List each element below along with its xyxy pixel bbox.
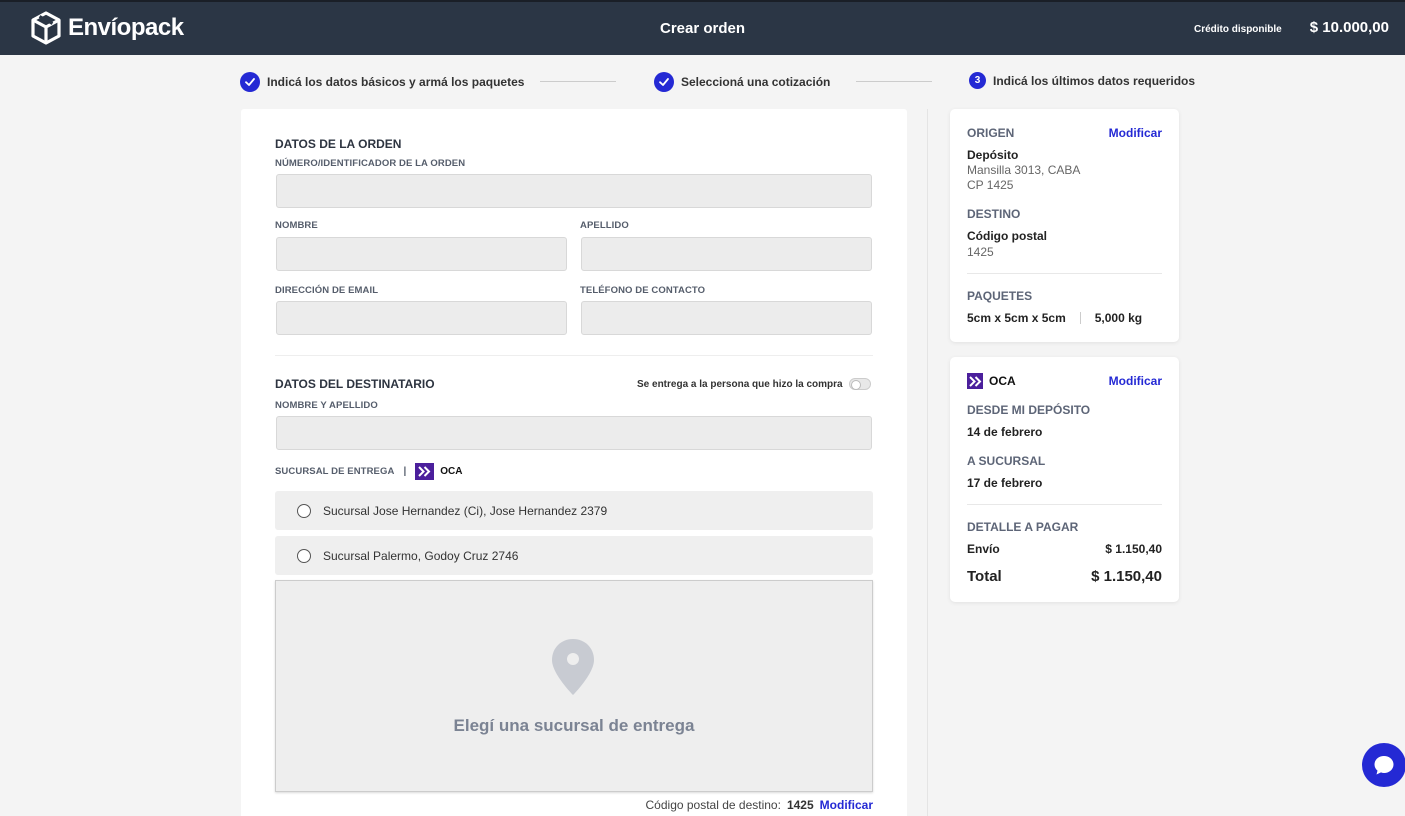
package-separator <box>1079 312 1081 324</box>
summary-divider <box>967 273 1162 274</box>
step-1: Indicá los datos básicos y armá los paqu… <box>240 72 524 92</box>
order-section-title: DATOS DE LA ORDEN <box>275 137 402 151</box>
total-label: Total <box>967 568 1002 585</box>
last-name-input[interactable] <box>581 237 872 271</box>
packages-heading: PAQUETES <box>967 289 1033 303</box>
quote-card: OCA Modificar DESDE MI DEPÓSITO 14 de fe… <box>950 357 1179 602</box>
recipient-name-label: NOMBRE Y APELLIDO <box>275 400 378 411</box>
step-connector <box>856 81 932 82</box>
recipient-section-title: DATOS DEL DESTINATARIO <box>275 377 435 391</box>
radio-button[interactable] <box>297 548 311 563</box>
step-2: Seleccioná una cotización <box>654 72 830 92</box>
first-name-label: NOMBRE <box>275 220 318 231</box>
package-dimensions: 5cm x 5cm x 5cm <box>967 311 1066 325</box>
summary-card: ORIGEN Modificar Depósito Mansilla 3013,… <box>950 109 1179 342</box>
step-2-label: Seleccioná una cotización <box>681 75 831 89</box>
quote-divider <box>967 504 1162 505</box>
destination-name: Código postal <box>967 229 1047 243</box>
branch-header: SUCURSAL DE ENTREGA | OCA <box>275 463 462 480</box>
same-buyer-toggle[interactable] <box>849 378 871 390</box>
branch-option-label: Sucursal Jose Hernandez (Ci), Jose Herna… <box>323 503 608 518</box>
order-form-card: DATOS DE LA ORDEN NÚMERO/IDENTIFICADOR D… <box>241 109 907 816</box>
check-icon <box>240 72 260 92</box>
oca-chevrons-icon <box>415 463 435 480</box>
check-icon <box>654 72 674 92</box>
branch-option[interactable]: Sucursal Jose Hernandez (Ci), Jose Herna… <box>275 491 873 530</box>
modify-origin-link[interactable]: Modificar <box>1109 126 1162 140</box>
postal-code-row: Código postal de destino: 1425 Modificar <box>646 798 873 812</box>
carrier-name: OCA <box>440 466 463 477</box>
oca-chevrons-icon <box>967 373 983 389</box>
column-divider <box>927 109 928 816</box>
step-3: 3 Indicá los últimos datos requeridos <box>969 72 1195 89</box>
step-1-label: Indicá los datos básicos y armá los paqu… <box>267 75 525 89</box>
origin-heading: ORIGEN <box>967 126 1015 140</box>
radio-button[interactable] <box>297 503 311 518</box>
step-3-label: Indicá los últimos datos requeridos <box>993 73 1196 88</box>
recipient-name-input[interactable] <box>276 416 872 450</box>
origin-cp: CP 1425 <box>967 178 1014 192</box>
credit-info: Crédito disponible $ 10.000,00 <box>1194 19 1389 36</box>
section-divider <box>275 355 873 356</box>
phone-label: TELÉFONO DE CONTACTO <box>580 285 706 296</box>
top-bar: Envíopack Crear orden Crédito disponible… <box>0 0 1405 55</box>
map-placeholder-text: Elegí una sucursal de entrega <box>453 716 695 735</box>
to-heading: A SUCURSAL <box>967 454 1046 468</box>
branch-option[interactable]: Sucursal Palermo, Godoy Cruz 2746 <box>275 536 873 575</box>
quote-carrier-name: OCA <box>989 374 1016 388</box>
chat-bubble-icon <box>1374 756 1394 775</box>
payment-heading: DETALLE A PAGAR <box>967 520 1079 534</box>
first-name-input[interactable] <box>276 237 567 271</box>
from-date: 14 de febrero <box>967 425 1043 439</box>
credit-value: $ 10.000,00 <box>1309 19 1389 36</box>
origin-address: Mansilla 3013, CABA <box>967 163 1081 177</box>
last-name-label: APELLIDO <box>580 220 629 231</box>
shipping-row: Envío $ 1.150,40 <box>967 542 1162 556</box>
modify-quote-link[interactable]: Modificar <box>1109 374 1162 388</box>
to-date: 17 de febrero <box>967 476 1043 490</box>
destination-value: 1425 <box>967 245 994 259</box>
modify-postal-link[interactable]: Modificar <box>820 798 873 812</box>
quote-carrier: OCA <box>967 373 1016 389</box>
step-number: 3 <box>969 72 986 89</box>
branch-separator: | <box>403 466 407 477</box>
shipping-value: $ 1.150,40 <box>1105 542 1162 556</box>
chat-button[interactable] <box>1362 743 1405 787</box>
same-buyer-label: Se entrega a la persona que hizo la comp… <box>637 379 843 390</box>
package-row: 5cm x 5cm x 5cm 5,000 kg <box>967 311 1142 325</box>
from-heading: DESDE MI DEPÓSITO <box>967 403 1091 417</box>
step-connector <box>540 81 616 82</box>
branch-label: SUCURSAL DE ENTREGA <box>275 466 395 477</box>
order-id-input[interactable] <box>276 174 872 208</box>
total-value: $ 1.150,40 <box>1091 568 1162 585</box>
destination-heading: DESTINO <box>967 207 1021 221</box>
order-id-label: NÚMERO/IDENTIFICADOR DE LA ORDEN <box>275 158 466 169</box>
email-input[interactable] <box>276 301 567 335</box>
postal-code-value: 1425 <box>786 798 814 812</box>
phone-input[interactable] <box>581 301 872 335</box>
map-pin-icon <box>552 639 594 695</box>
credit-label: Crédito disponible <box>1193 24 1282 35</box>
postal-code-label: Código postal de destino: <box>645 798 781 812</box>
progress-steps: Indicá los datos básicos y armá los paqu… <box>240 72 1195 92</box>
email-label: DIRECCIÓN DE EMAIL <box>275 285 379 296</box>
total-row: Total $ 1.150,40 <box>967 568 1162 585</box>
origin-name: Depósito <box>967 148 1019 162</box>
shipping-label: Envío <box>967 542 1000 556</box>
package-weight: 5,000 kg <box>1094 311 1143 325</box>
branch-map[interactable]: Elegí una sucursal de entrega <box>275 580 873 792</box>
branch-option-label: Sucursal Palermo, Godoy Cruz 2746 <box>323 548 519 563</box>
